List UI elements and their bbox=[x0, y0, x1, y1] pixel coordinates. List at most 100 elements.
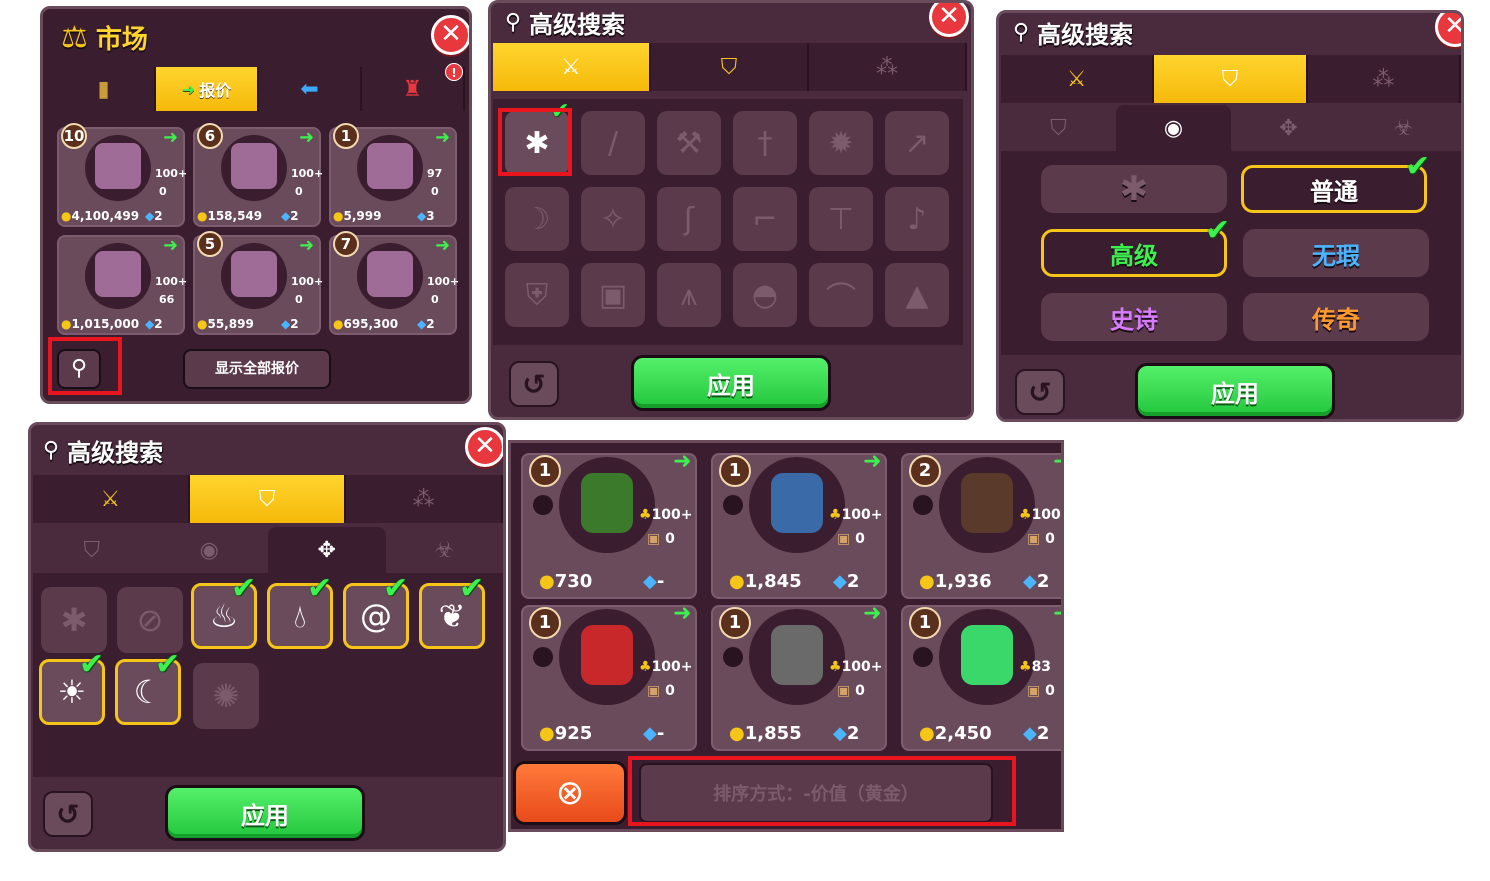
gold-price: ●158,549 bbox=[197, 209, 263, 223]
subtab-rarity[interactable]: ⛉ bbox=[1001, 105, 1116, 151]
box-count: 0 bbox=[431, 293, 439, 306]
type-vest[interactable]: ▣ bbox=[581, 263, 645, 327]
stock-count: 100+ bbox=[291, 275, 324, 288]
apply-button[interactable]: 应用 bbox=[631, 355, 831, 411]
dagger-icon: † bbox=[757, 125, 773, 161]
show-all-offers-button[interactable]: 显示全部报价 bbox=[183, 349, 331, 389]
ore-icon: ⁂ bbox=[1372, 66, 1395, 92]
reset-icon: ↺ bbox=[56, 797, 80, 831]
wand-icon: ✧ bbox=[600, 201, 626, 237]
subtab-quality[interactable]: ◉ bbox=[1116, 105, 1231, 151]
clear-search-button[interactable]: ⊗ bbox=[513, 761, 627, 825]
vest-icon: ▣ bbox=[598, 277, 628, 313]
subtab-element[interactable]: ✥ bbox=[268, 527, 386, 573]
arrow-right-icon: ➜ bbox=[299, 235, 315, 256]
close-button[interactable]: ✕ bbox=[1435, 13, 1461, 47]
tab-rarity[interactable]: ⛉ bbox=[651, 43, 809, 91]
rarity-superior[interactable]: 高级 bbox=[1041, 229, 1227, 277]
highlight-all-types bbox=[498, 108, 572, 176]
element-none[interactable]: ⊘ bbox=[117, 587, 183, 653]
type-armor[interactable]: ⛨ bbox=[505, 263, 569, 327]
tab-shop[interactable]: ▮ bbox=[53, 67, 156, 111]
subtab-element[interactable]: ✥ bbox=[1231, 105, 1346, 151]
type-bow[interactable]: ☽ bbox=[505, 187, 569, 251]
element-spirit[interactable]: ✺ bbox=[193, 663, 259, 729]
reset-button[interactable]: ↺ bbox=[1015, 369, 1065, 415]
type-mace[interactable]: ✹ bbox=[809, 111, 873, 175]
arrow-right-icon: ➜ bbox=[435, 235, 451, 256]
quantity-badge: 1 bbox=[719, 607, 751, 639]
box-count: ▣ 0 bbox=[1027, 531, 1055, 547]
type-axe[interactable]: ⚒ bbox=[657, 111, 721, 175]
apply-button[interactable]: 应用 bbox=[1135, 363, 1335, 419]
rarity-legendary[interactable]: 传奇 bbox=[1243, 293, 1429, 341]
subtab-rarity[interactable]: ⛉ bbox=[33, 527, 151, 573]
arrow-right-icon: ➜ bbox=[673, 449, 692, 474]
close-button[interactable]: ✕ bbox=[465, 427, 503, 467]
tab-equipment[interactable]: ⚔ bbox=[33, 475, 190, 523]
quantity-badge: 5 bbox=[197, 231, 223, 257]
box-count: 0 bbox=[295, 185, 303, 198]
type-staff[interactable]: ʃ bbox=[657, 187, 721, 251]
type-instrument[interactable]: ♪ bbox=[885, 187, 949, 251]
axe-icon: ⚒ bbox=[675, 125, 703, 161]
close-button[interactable]: ✕ bbox=[929, 3, 969, 37]
crystal-icon bbox=[95, 251, 141, 297]
tab-resources[interactable]: ⁂ bbox=[809, 43, 967, 91]
tab-equipment[interactable]: ⚔ bbox=[1001, 55, 1155, 103]
tab-rarity[interactable]: ⛉ bbox=[189, 475, 347, 523]
signpost-icon: ▮ bbox=[97, 76, 110, 102]
tab-offers[interactable]: ➜ 报价 bbox=[156, 67, 259, 111]
reset-button[interactable]: ↺ bbox=[509, 361, 559, 407]
type-crossbow[interactable]: ⊤ bbox=[809, 187, 873, 251]
tab-requests[interactable]: ⬅ bbox=[259, 67, 362, 111]
type-spear[interactable]: ↗ bbox=[885, 111, 949, 175]
type-wizard-hat[interactable]: ▲ bbox=[885, 263, 949, 327]
shield-icon: ⛉ bbox=[1050, 115, 1067, 141]
type-helmet[interactable]: ◓ bbox=[733, 263, 797, 327]
trophy-icon: ♜ bbox=[402, 76, 423, 102]
market-offer-card[interactable]: ➜ 100+ 66 ●1,015,000 ◆2 bbox=[57, 235, 187, 335]
spear-icon: ↗ bbox=[904, 125, 930, 161]
rarity-epic[interactable]: 史诗 bbox=[1041, 293, 1227, 341]
subtab-spirit[interactable]: ☣ bbox=[386, 527, 504, 573]
gem-price: ◆2 bbox=[281, 209, 299, 223]
staff-icon: ʃ bbox=[683, 201, 695, 237]
quantity-badge: 6 bbox=[197, 123, 223, 149]
shield-icon: ⛉ bbox=[1221, 66, 1239, 92]
tab-resources[interactable]: ⁂ bbox=[346, 475, 503, 523]
quality-icon: ◉ bbox=[1163, 115, 1184, 141]
type-dagger[interactable]: † bbox=[733, 111, 797, 175]
type-robe[interactable]: ⩚ bbox=[657, 263, 721, 327]
category-tabbar: ⚔ ⛉ ⁂ bbox=[1001, 55, 1461, 103]
rarity-common[interactable]: 普通 bbox=[1241, 165, 1427, 213]
rarity-any[interactable]: ✱ bbox=[1041, 165, 1227, 213]
gem-price: ◆2 bbox=[833, 723, 860, 744]
type-sword[interactable]: / bbox=[581, 111, 645, 175]
gold-price: ●925 bbox=[539, 723, 593, 744]
reset-button[interactable]: ↺ bbox=[43, 791, 93, 837]
necklace-icon bbox=[231, 251, 277, 297]
gem-price: ◆2 bbox=[145, 209, 163, 223]
tab-rarity[interactable]: ⛉ bbox=[1154, 55, 1308, 103]
type-gun[interactable]: ⌐ bbox=[733, 187, 797, 251]
element-any[interactable]: ✱ bbox=[41, 587, 107, 653]
rarity-flawless[interactable]: 无瑕 bbox=[1243, 229, 1429, 277]
gold-price: ●4,100,499 bbox=[61, 209, 140, 223]
category-tabbar: ⚔ ⛉ ⁂ bbox=[33, 475, 503, 523]
tab-resources[interactable]: ⁂ bbox=[1308, 55, 1461, 103]
tab-equipment[interactable]: ⚔ bbox=[493, 43, 651, 91]
quantity-badge: 10 bbox=[61, 123, 87, 149]
type-wand[interactable]: ✧ bbox=[581, 187, 645, 251]
subtab-quality[interactable]: ◉ bbox=[151, 527, 269, 573]
type-hat[interactable]: ⌒ bbox=[809, 263, 873, 327]
item-icon bbox=[581, 473, 633, 533]
subtab-spirit[interactable]: ☣ bbox=[1346, 105, 1461, 151]
mace-icon: ✹ bbox=[828, 125, 854, 161]
apply-button[interactable]: 应用 bbox=[165, 785, 365, 841]
shield-icon: ⛉ bbox=[258, 486, 276, 512]
close-button[interactable]: ✕ bbox=[431, 15, 469, 55]
box-count: 66 bbox=[159, 293, 175, 306]
arrow-right-icon: ➜ bbox=[299, 127, 315, 148]
scales-icon: ⚖ bbox=[61, 20, 88, 55]
